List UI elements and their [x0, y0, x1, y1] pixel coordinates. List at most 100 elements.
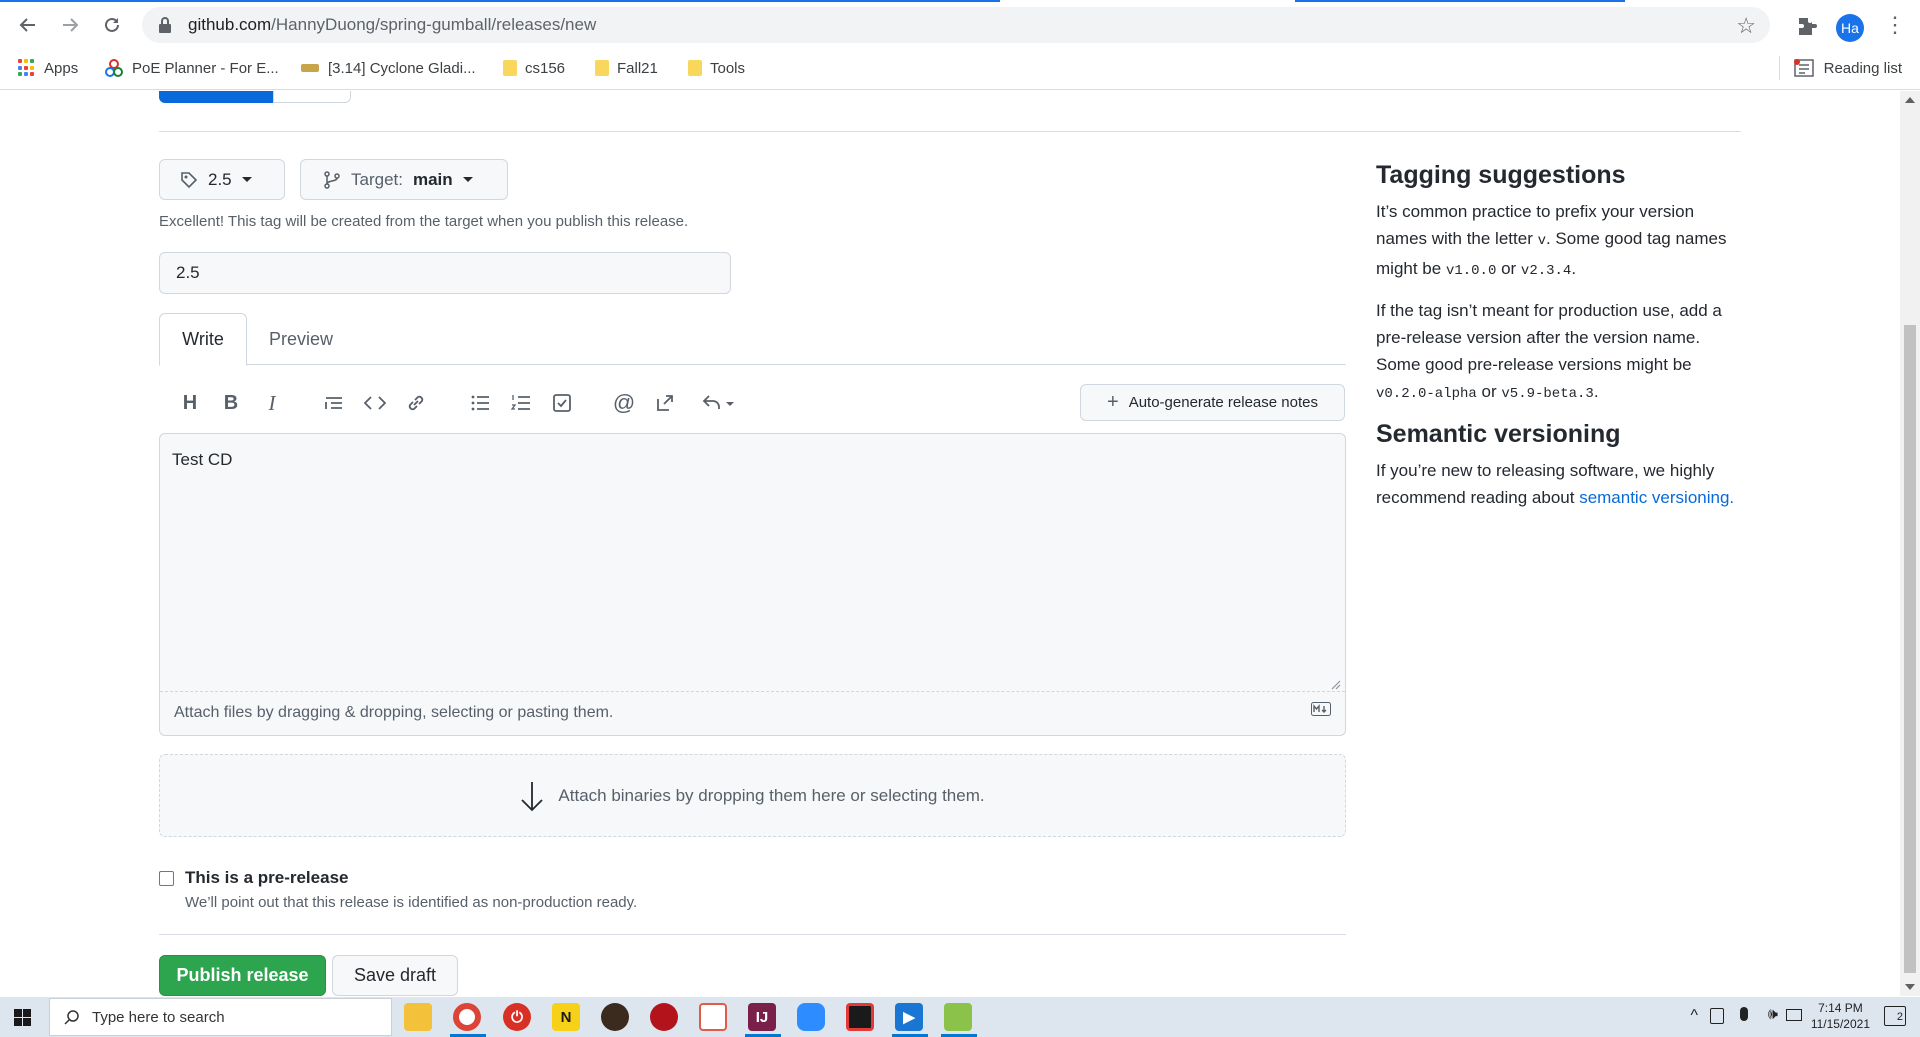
markdown-icon: [1311, 702, 1331, 716]
caret-down-icon: [462, 177, 473, 182]
prerelease-description: We’ll point out that this release is ide…: [185, 894, 638, 911]
folder-icon: [688, 60, 702, 76]
github-page: 2.5 Target: main Excellent! This tag wil…: [0, 91, 1900, 996]
norton-icon[interactable]: N: [552, 1003, 580, 1031]
chrome-icon[interactable]: [453, 1003, 481, 1031]
bookmark-tools[interactable]: Tools: [688, 56, 745, 80]
code-icon[interactable]: [359, 387, 391, 419]
back-icon[interactable]: [13, 10, 43, 40]
bookmark-cyclone[interactable]: [3.14] Cyclone Gladi...: [300, 56, 476, 80]
sidebar: Tagging suggestions It’s common practice…: [1376, 161, 1746, 523]
release-body-editor: Test CD Attach files by dragging & dropp…: [159, 433, 1346, 736]
task-list-icon[interactable]: [546, 387, 578, 419]
tray-expand-icon[interactable]: ^: [1690, 1007, 1698, 1025]
taskbar-search[interactable]: Type here to search: [49, 998, 392, 1036]
bookmark-star-icon[interactable]: ☆: [1736, 13, 1756, 39]
browser-toolbar: github.com/HannyDuong/spring-gumball/rel…: [0, 4, 1920, 46]
divider: [159, 934, 1346, 935]
reload-icon[interactable]: [97, 10, 127, 40]
file-explorer-icon[interactable]: [404, 1003, 432, 1031]
editor-tabs: Write Preview: [159, 313, 1346, 366]
battery-icon[interactable]: [1710, 1008, 1724, 1024]
windows-taskbar: Type here to search ⏻ N IJ ▶ ^ 🕪 7:14 PM…: [0, 997, 1920, 1037]
branch-icon: [324, 170, 340, 189]
semver-paragraph: If you’re new to releasing software, we …: [1376, 461, 1735, 507]
apps-grid-icon: [18, 59, 36, 77]
prerelease-label[interactable]: This is a pre-release: [185, 868, 348, 888]
release-body-textarea[interactable]: Test CD: [160, 434, 1345, 692]
browser-chrome: github.com/HannyDuong/spring-gumball/rel…: [0, 0, 1920, 90]
scroll-down-arrow-icon[interactable]: [1905, 984, 1915, 990]
target-branch-button[interactable]: Target: main: [300, 159, 508, 200]
tag-icon: [181, 171, 198, 188]
zoom-icon[interactable]: [797, 1003, 825, 1031]
windows-start-icon[interactable]: [14, 1009, 31, 1026]
link-icon[interactable]: [400, 387, 432, 419]
page-scrollbar[interactable]: [1900, 91, 1920, 996]
bookmark-cs156[interactable]: cs156: [503, 56, 565, 80]
reading-list-button[interactable]: Reading list: [1778, 56, 1902, 80]
bold-icon[interactable]: B: [215, 387, 247, 419]
unordered-list-icon[interactable]: [464, 387, 496, 419]
heading-icon[interactable]: H: [174, 387, 206, 419]
system-clock[interactable]: 7:14 PM 11/15/2021: [1811, 1000, 1870, 1032]
loading-bar: [0, 0, 1920, 2]
notepad-icon[interactable]: [944, 1003, 972, 1031]
saved-replies-icon[interactable]: [696, 387, 740, 419]
attach-files-text[interactable]: Attach files by dragging & dropping, sel…: [174, 704, 613, 722]
notifications-icon[interactable]: 2: [1884, 1006, 1906, 1026]
quote-icon[interactable]: [318, 387, 350, 419]
intellij-icon[interactable]: IJ: [748, 1003, 776, 1031]
speaker-icon[interactable]: 🕪: [1768, 1006, 1778, 1024]
reading-list-icon: [1793, 59, 1814, 77]
mention-icon[interactable]: @: [608, 387, 640, 419]
ordered-list-icon[interactable]: [505, 387, 537, 419]
tagging-paragraph-2: If the tag isn’t meant for production us…: [1376, 301, 1722, 402]
media-player-icon[interactable]: ▶: [895, 1003, 923, 1031]
binaries-dropzone[interactable]: Attach binaries by dropping them here or…: [159, 754, 1346, 837]
bookmark-poe-planner[interactable]: PoE Planner - For E...: [104, 56, 279, 80]
publish-release-button[interactable]: Publish release: [159, 955, 326, 996]
microphone-icon[interactable]: [1740, 1007, 1748, 1021]
folder-icon: [503, 60, 517, 76]
profile-avatar[interactable]: Ha: [1836, 14, 1864, 42]
screen-recorder-icon[interactable]: [846, 1003, 874, 1031]
tab-preview[interactable]: Preview: [247, 313, 355, 365]
italic-icon[interactable]: I: [256, 387, 288, 419]
poe-planner-icon: [105, 59, 123, 77]
tag-note: Excellent! This tag will be created from…: [159, 213, 689, 230]
prerelease-checkbox[interactable]: [159, 871, 174, 886]
tab-write[interactable]: Write: [159, 313, 247, 366]
more-menu-icon[interactable]: ⋮: [1884, 12, 1906, 38]
bookmark-apps[interactable]: Apps: [18, 56, 78, 80]
caret-down-icon: [241, 177, 252, 182]
paint-app-icon[interactable]: [699, 1003, 727, 1031]
scroll-up-arrow-icon[interactable]: [1905, 97, 1915, 103]
url-text: github.com/HannyDuong/spring-gumball/rel…: [188, 15, 597, 34]
plus-icon: +: [1107, 391, 1119, 413]
divider: [159, 131, 1741, 132]
release-title-input[interactable]: 2.5: [159, 252, 731, 294]
tag-select-button[interactable]: 2.5: [159, 159, 285, 200]
power-app-icon[interactable]: ⏻: [503, 1003, 531, 1031]
semver-link[interactable]: semantic versioning.: [1579, 488, 1734, 507]
address-bar[interactable]: github.com/HannyDuong/spring-gumball/rel…: [142, 7, 1770, 43]
red-app-icon[interactable]: [650, 1003, 678, 1031]
search-icon: [64, 1010, 79, 1025]
semver-title: Semantic versioning: [1376, 420, 1621, 448]
tab-releases-active[interactable]: [159, 91, 273, 103]
folder-icon: [595, 60, 609, 76]
auto-generate-notes-button[interactable]: + Auto-generate release notes: [1080, 384, 1345, 421]
save-draft-button[interactable]: Save draft: [332, 955, 458, 996]
network-icon[interactable]: [1786, 1009, 1802, 1021]
tab-tags[interactable]: [273, 91, 351, 103]
cross-reference-icon[interactable]: [649, 387, 681, 419]
avatar-app-icon[interactable]: [601, 1003, 629, 1031]
extensions-icon[interactable]: [1795, 15, 1819, 39]
lock-icon: [159, 17, 171, 33]
scroll-thumb[interactable]: [1904, 325, 1916, 973]
cyclone-site-icon: [301, 64, 319, 72]
forward-icon[interactable]: [55, 10, 85, 40]
resize-handle-icon[interactable]: [1329, 678, 1341, 690]
bookmark-fall21[interactable]: Fall21: [595, 56, 658, 80]
